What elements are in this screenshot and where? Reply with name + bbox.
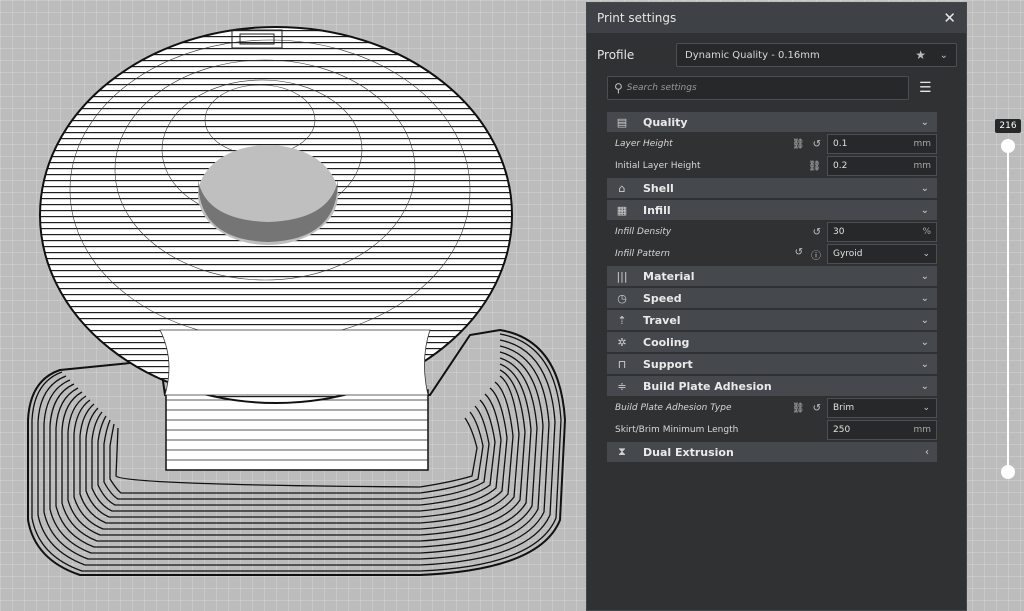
infill-pattern-select[interactable]: Gyroid ⌄ [827,244,937,264]
category-label: Shell [643,181,674,195]
setting-label: Infill Density [615,227,672,237]
link-icon[interactable]: ⛓ [792,403,805,414]
close-icon[interactable]: ✕ [943,9,956,27]
chevron-left-icon: ‹ [925,446,929,458]
chevron-down-icon: ⌄ [920,204,929,216]
setting-unit: mm [913,161,931,171]
category-label: Material [643,269,695,283]
infill-icon: ▦ [616,203,628,217]
chevron-down-icon: ⌄ [920,182,929,194]
reset-icon[interactable]: ↺ [813,227,821,238]
panel-title: Print settings [597,11,677,25]
setting-unit: % [922,227,931,237]
setting-label: Layer Height [615,139,673,149]
chevron-down-icon: ⌄ [920,292,929,304]
infill-density-input[interactable]: 30 % [827,222,937,242]
category-label: Travel [643,313,681,327]
setting-label: Skirt/Brim Minimum Length [615,425,739,435]
search-row: ⚲ ☰ [607,76,937,100]
setting-label: Build Plate Adhesion Type [615,403,732,413]
adhesion-icon: ≑ [617,379,627,393]
category-infill[interactable]: ▦ Infill ⌄ [607,200,937,220]
star-icon[interactable]: ★ [915,48,926,62]
chevron-down-icon: ⌄ [922,403,930,413]
chevron-down-icon: ⌄ [920,336,929,348]
category-quality[interactable]: ▤ Quality ⌄ [607,112,937,132]
setting-label: Initial Layer Height [615,161,701,171]
skirt-brim-min-length-input[interactable]: 250 mm [827,420,937,440]
profile-value: Dynamic Quality - 0.16mm [685,49,820,61]
category-label: Quality [643,115,688,129]
print-settings-panel: Print settings ✕ Profile Dynamic Quality… [586,2,967,611]
chevron-down-icon: ⌄ [939,49,948,61]
link-icon[interactable]: ⛓ [808,161,821,172]
link-icon[interactable]: ⛓ [792,139,805,150]
layer-number-label[interactable]: 216 [995,119,1021,133]
setting-adhesion-type: Build Plate Adhesion Type ⛓ ↺ Brim ⌄ [607,398,937,418]
setting-unit: mm [913,139,931,149]
layer-height-input[interactable]: 0.1 mm [827,134,937,154]
initial-layer-height-input[interactable]: 0.2 mm [827,156,937,176]
search-input[interactable] [626,83,887,93]
setting-value: 30 [833,227,845,237]
category-label: Infill [643,203,671,217]
chevron-down-icon: ⌄ [920,116,929,128]
setting-unit: mm [913,425,931,435]
category-dual-extrusion[interactable]: ⧗ Dual Extrusion ‹ [607,442,937,462]
info-icon[interactable]: ⓘ [811,247,821,262]
setting-value: 0.1 [833,139,848,149]
travel-icon: ⇡ [617,313,627,327]
profile-label: Profile [597,48,635,62]
support-icon: ⊓ [617,357,627,371]
category-support[interactable]: ⊓ Support ⌄ [607,354,937,374]
chevron-down-icon: ⌄ [920,380,929,392]
quality-icon: ▤ [616,115,628,129]
settings-list: ▤ Quality ⌄ Layer Height ⛓ ↺ 0.1 mm Init… [607,112,937,464]
profile-dropdown[interactable]: Dynamic Quality - 0.16mm ★ ⌄ [676,43,957,67]
dual-extrusion-icon: ⧗ [618,445,626,458]
setting-value: Brim [833,403,855,413]
adhesion-type-select[interactable]: Brim ⌄ [827,398,937,418]
material-icon: ||| [616,269,628,283]
search-box[interactable]: ⚲ [607,76,909,100]
setting-layer-height: Layer Height ⛓ ↺ 0.1 mm [607,134,937,154]
category-speed[interactable]: ◷ Speed ⌄ [607,288,937,308]
chevron-down-icon: ⌄ [920,314,929,326]
layer-slider-bottom-handle[interactable] [1001,465,1015,479]
reset-icon[interactable]: ↺ [795,247,803,262]
chevron-down-icon: ⌄ [920,358,929,370]
category-label: Cooling [643,335,690,349]
setting-label: Infill Pattern [615,249,670,259]
category-label: Build Plate Adhesion [643,379,772,393]
setting-value: 0.2 [833,161,848,171]
panel-header: Print settings ✕ [587,3,966,33]
layer-slider-track[interactable] [1007,146,1009,472]
category-shell[interactable]: ⌂ Shell ⌄ [607,178,937,198]
setting-skirt-brim-min-length: Skirt/Brim Minimum Length 250 mm [607,420,937,440]
sliced-model-preview [27,26,567,576]
setting-initial-layer-height: Initial Layer Height ⛓ 0.2 mm [607,156,937,176]
chevron-down-icon: ⌄ [920,270,929,282]
category-travel[interactable]: ⇡ Travel ⌄ [607,310,937,330]
category-label: Speed [643,291,682,305]
reset-icon[interactable]: ↺ [813,403,821,414]
category-label: Support [643,357,693,371]
menu-icon[interactable]: ☰ [919,80,932,96]
reset-icon[interactable]: ↺ [813,139,821,150]
speed-icon: ◷ [617,291,627,305]
category-material[interactable]: ||| Material ⌄ [607,266,937,286]
setting-infill-density: Infill Density ↺ 30 % [607,222,937,242]
profile-row: Profile Dynamic Quality - 0.16mm ★ ⌄ [587,43,966,67]
setting-infill-pattern: Infill Pattern ↺ ⓘ Gyroid ⌄ [607,244,937,264]
category-cooling[interactable]: ✲ Cooling ⌄ [607,332,937,352]
category-adhesion[interactable]: ≑ Build Plate Adhesion ⌄ [607,376,937,396]
setting-value: Gyroid [833,249,863,259]
category-label: Dual Extrusion [643,445,734,459]
chevron-down-icon: ⌄ [922,249,930,259]
fan-icon: ✲ [617,335,627,349]
setting-value: 250 [833,425,851,435]
layer-slider-top-handle[interactable] [1001,139,1015,153]
shell-icon: ⌂ [618,181,626,195]
search-icon: ⚲ [614,81,623,95]
